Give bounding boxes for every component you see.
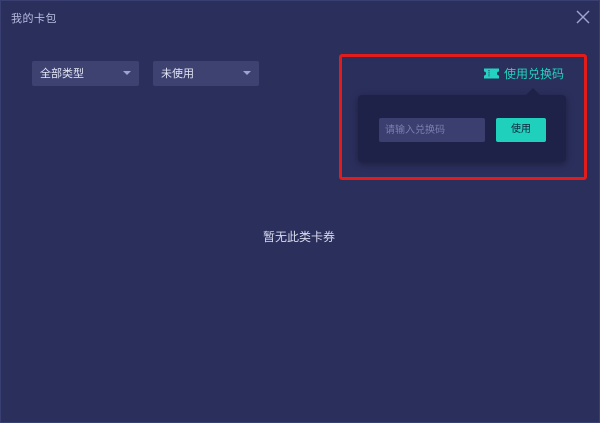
redeem-code-link[interactable]: 使用兑换码 [483,65,564,81]
type-filter-select[interactable]: 全部类型 [32,61,139,86]
redeem-code-label: 使用兑换码 [504,66,565,81]
popover-arrow [526,88,540,95]
redeem-code-input[interactable] [379,118,485,142]
close-icon [576,10,590,24]
close-button[interactable] [575,9,591,25]
status-filter-select[interactable]: 未使用 [153,61,259,86]
redeem-popover: 使用 [358,88,566,162]
status-filter-value: 未使用 [161,67,194,80]
window-title: 我的卡包 [11,12,57,25]
empty-state-message: 暂无此类卡券 [262,230,335,244]
chevron-down-icon [123,71,131,75]
use-code-button[interactable]: 使用 [496,118,546,142]
chevron-down-icon [243,71,251,75]
card-wallet-window: 我的卡包 全部类型 未使用 使用兑换码 使用 暂无此类卡券 [0,0,600,423]
ticket-icon [484,68,499,78]
type-filter-value: 全部类型 [40,67,84,80]
